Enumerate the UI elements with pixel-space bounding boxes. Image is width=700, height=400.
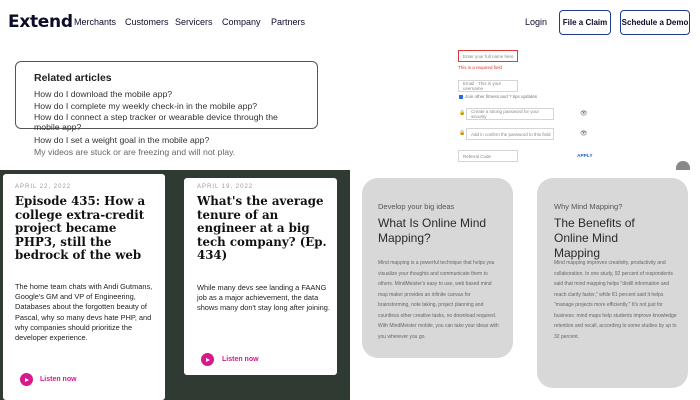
related-article-link[interactable]: How do I set a weight goal in the mobile…	[34, 135, 209, 145]
podcast-date: APRIL 19, 2022	[197, 184, 254, 190]
mind-mapping-card: Develop your big ideas What Is Online Mi…	[362, 178, 513, 358]
podcast-card[interactable]: APRIL 19, 2022 What's the average tenure…	[184, 178, 337, 375]
play-icon[interactable]	[201, 353, 214, 366]
lock-icon: 🔒	[459, 110, 466, 116]
name-error-text: This is a required field	[458, 65, 503, 70]
email-input[interactable]: Email - This is your username	[458, 80, 518, 92]
related-articles-title: Related articles	[34, 72, 112, 84]
mind-mapping-card: Why Mind Mapping? The Benefits of Online…	[537, 178, 688, 388]
file-a-claim-button[interactable]: File a Claim	[559, 10, 611, 35]
card-kicker: Develop your big ideas	[378, 202, 455, 211]
top-navigation: Extend Merchants Customers Servicers Com…	[0, 0, 700, 44]
extend-logo[interactable]: Extend	[8, 12, 73, 32]
podcast-title[interactable]: What's the average tenure of an engineer…	[197, 194, 333, 263]
related-article-link[interactable]: How do I connect a step tracker or weara…	[34, 112, 304, 132]
login-link[interactable]: Login	[525, 17, 547, 27]
card-body: Mind mapping improves creativity, produc…	[554, 260, 677, 340]
full-name-input[interactable]: Enter your full name here	[458, 50, 518, 62]
eye-icon[interactable]: 👁	[580, 130, 588, 137]
card-body: Mind mapping is a powerful technique tha…	[378, 260, 499, 340]
related-article-link[interactable]: My videos are stuck or are freezing and …	[34, 147, 235, 157]
opt-in-label: Join other fitness and ? tips updates	[465, 94, 538, 99]
card-title: What Is Online Mind Mapping?	[378, 216, 487, 245]
play-icon[interactable]	[20, 373, 33, 386]
podcast-description: The home team chats with Andi Gutmans, G…	[15, 282, 153, 343]
signup-form-panel	[353, 44, 700, 170]
nav-link-customers[interactable]: Customers	[125, 17, 169, 27]
nav-link-merchants[interactable]: Merchants	[74, 17, 116, 27]
podcast-title[interactable]: Episode 435: How a college extra-credit …	[15, 194, 157, 263]
lock-icon: 🔒	[459, 130, 466, 136]
nav-link-servicers[interactable]: Servicers	[175, 17, 213, 27]
listen-now-link[interactable]: Listen now	[40, 376, 77, 383]
podcast-date: APRIL 22, 2022	[15, 184, 72, 190]
schedule-demo-button[interactable]: Schedule a Demo	[620, 10, 690, 35]
listen-now-link[interactable]: Listen now	[222, 356, 259, 363]
scroll-indicator[interactable]	[676, 161, 690, 170]
nav-link-company[interactable]: Company	[222, 17, 261, 27]
eye-icon[interactable]: 👁	[580, 110, 588, 117]
card-kicker: Why Mind Mapping?	[554, 202, 623, 211]
confirm-password-input[interactable]: Add in confirm the password to this fiel…	[466, 128, 554, 140]
related-article-link[interactable]: How do I download the mobile app?	[34, 89, 172, 99]
referral-code-input[interactable]: Referral Code	[458, 150, 518, 162]
apply-code-button[interactable]: APPLY	[577, 154, 593, 159]
podcast-description: While many devs see landing a FAANG job …	[197, 283, 330, 313]
podcast-card[interactable]: APRIL 22, 2022 Episode 435: How a colleg…	[3, 174, 165, 400]
nav-link-partners[interactable]: Partners	[271, 17, 305, 27]
opt-in-checkbox[interactable]	[459, 95, 463, 99]
related-article-link[interactable]: How do I complete my weekly check-in in …	[34, 101, 257, 111]
card-title: The Benefits of Online Mind Mapping	[554, 216, 635, 260]
password-input[interactable]: Create a strong password for your securi…	[466, 108, 554, 120]
